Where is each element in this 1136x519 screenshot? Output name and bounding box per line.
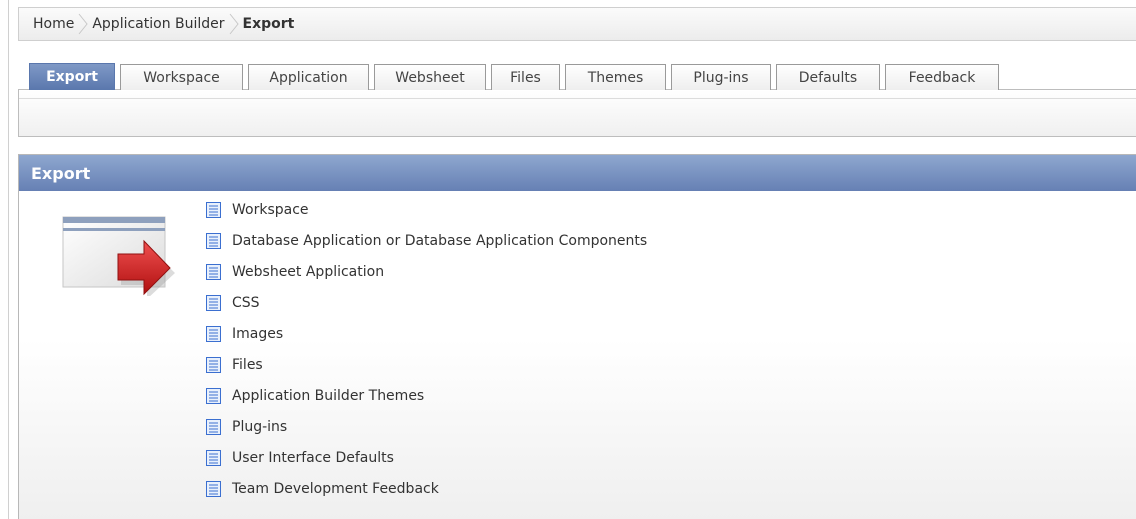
document-icon — [206, 387, 221, 404]
link-workspace[interactable]: Workspace — [206, 194, 647, 225]
link-label[interactable]: Database Application or Database Applica… — [232, 233, 647, 249]
breadcrumb-application-builder[interactable]: Application Builder — [92, 16, 224, 32]
tab-themes[interactable]: Themes — [565, 64, 666, 90]
link-label[interactable]: Application Builder Themes — [232, 388, 424, 404]
document-icon — [206, 480, 221, 497]
tabs: Export Workspace Application Websheet Fi… — [29, 62, 1004, 90]
breadcrumb-home[interactable]: Home — [33, 16, 74, 32]
tab-files[interactable]: Files — [491, 64, 560, 90]
document-icon — [206, 232, 221, 249]
breadcrumb-export: Export — [242, 16, 295, 32]
link-team-development-feedback[interactable]: Team Development Feedback — [206, 473, 647, 504]
link-application-builder-themes[interactable]: Application Builder Themes — [206, 380, 647, 411]
document-icon — [206, 356, 221, 373]
link-label[interactable]: Websheet Application — [232, 264, 384, 280]
chevron-right-icon — [78, 13, 88, 35]
chevron-right-icon — [229, 13, 239, 35]
link-label[interactable]: User Interface Defaults — [232, 450, 394, 466]
tab-plug-ins[interactable]: Plug-ins — [671, 64, 771, 90]
left-border-line — [8, 0, 9, 519]
document-icon — [206, 201, 221, 218]
link-database-application[interactable]: Database Application or Database Applica… — [206, 225, 647, 256]
export-region: Export Workspace Database Application or… — [18, 154, 1136, 519]
link-label[interactable]: Plug-ins — [232, 419, 287, 435]
link-plug-ins[interactable]: Plug-ins — [206, 411, 647, 442]
document-icon — [206, 449, 221, 466]
tab-defaults[interactable]: Defaults — [776, 64, 880, 90]
tab-export[interactable]: Export — [29, 63, 115, 90]
document-icon — [206, 294, 221, 311]
tab-bar — [18, 89, 1136, 137]
document-icon — [206, 418, 221, 435]
tab-application[interactable]: Application — [248, 64, 369, 90]
link-css[interactable]: CSS — [206, 287, 647, 318]
tab-websheet[interactable]: Websheet — [374, 64, 486, 90]
link-images[interactable]: Images — [206, 318, 647, 349]
link-label[interactable]: Team Development Feedback — [232, 481, 439, 497]
tab-workspace[interactable]: Workspace — [120, 64, 243, 90]
link-websheet-application[interactable]: Websheet Application — [206, 256, 647, 287]
link-label[interactable]: Files — [232, 357, 263, 373]
breadcrumb: Home Application Builder Export — [18, 7, 1136, 41]
link-files[interactable]: Files — [206, 349, 647, 380]
link-label[interactable]: Images — [232, 326, 283, 342]
export-link-list: Workspace Database Application or Databa… — [206, 194, 647, 504]
document-icon — [206, 325, 221, 342]
region-title: Export — [19, 155, 1136, 191]
link-label[interactable]: Workspace — [232, 202, 309, 218]
tab-feedback[interactable]: Feedback — [885, 64, 999, 90]
region-body: Workspace Database Application or Databa… — [19, 191, 1136, 519]
tab-bar-divider — [19, 98, 1136, 99]
document-icon — [206, 263, 221, 280]
export-arrow-icon — [62, 216, 175, 296]
link-user-interface-defaults[interactable]: User Interface Defaults — [206, 442, 647, 473]
link-label[interactable]: CSS — [232, 295, 260, 311]
